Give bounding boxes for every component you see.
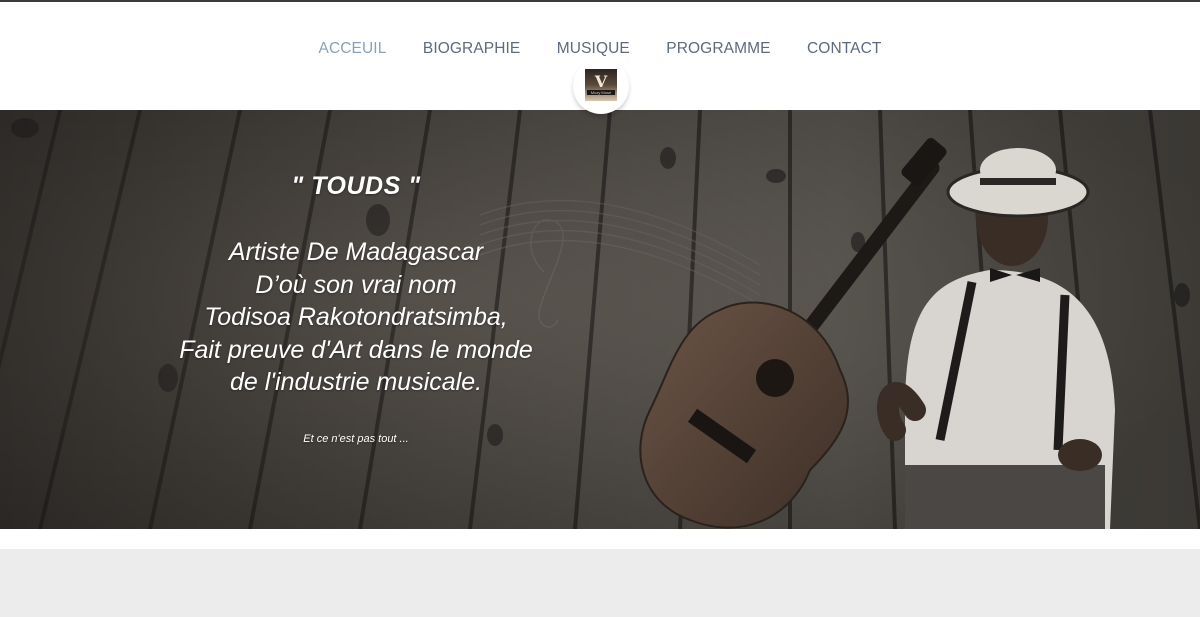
nav-item-contact[interactable]: CONTACT (807, 40, 881, 58)
nav-item-musique[interactable]: MUSIQUE (557, 40, 630, 58)
hero-description: Artiste De Madagascar D’où son vrai nom … (56, 236, 656, 399)
hero-line: Fait preuve d'Art dans le monde (179, 335, 533, 364)
content-section (0, 549, 1200, 617)
section-spacer (0, 529, 1200, 549)
nav-item-programme[interactable]: PROGRAMME (666, 40, 770, 58)
hero-title: " TOUDS " (291, 172, 421, 200)
hero-line: D’où son vrai nom (255, 270, 457, 299)
hero-line: Todisoa Rakotondratsimba, (204, 303, 508, 331)
hero-line: de l'industrie musicale. (229, 368, 483, 396)
site-logo[interactable]: V Mozy Musé (573, 58, 629, 114)
logo-letter: V (594, 72, 608, 91)
hero-read-more[interactable]: Et ce n'est pas tout ... (56, 433, 656, 445)
nav-item-acceuil[interactable]: ACCEUIL (319, 40, 387, 58)
logo-image: V Mozy Musé (585, 69, 617, 101)
nav-item-biographie[interactable]: BIOGRAPHIE (423, 40, 520, 58)
logo-caption: Mozy Musé (587, 90, 615, 95)
hero-banner: " TOUDS " Artiste De Madagascar D’où son… (0, 110, 1200, 529)
main-nav: ACCEUIL BIOGRAPHIE MUSIQUE PROGRAMME CON… (0, 40, 1200, 58)
hero-line: Artiste De Madagascar (228, 238, 484, 266)
